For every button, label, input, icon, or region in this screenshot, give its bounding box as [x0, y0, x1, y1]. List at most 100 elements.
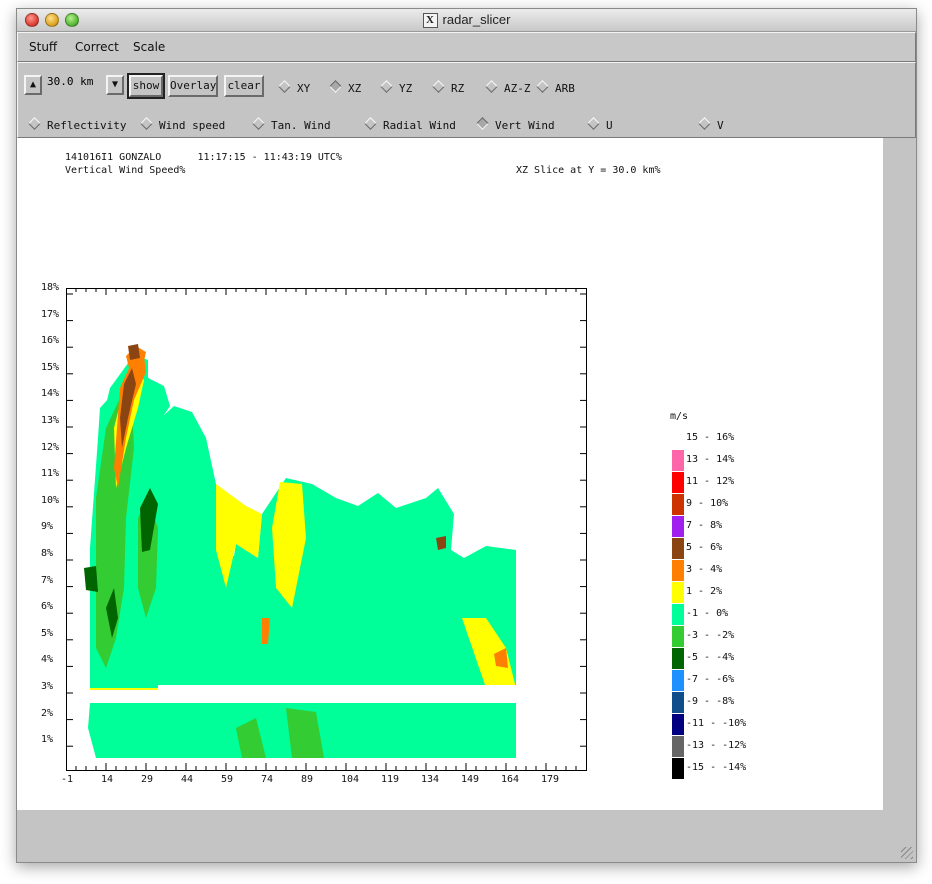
legend-swatch [672, 648, 684, 669]
menu-correct[interactable]: Correct [75, 40, 119, 54]
y-tick-label: 7% [41, 574, 54, 586]
radio-wind-speed[interactable]: Wind speed [140, 117, 225, 132]
triangle-down-icon: ▼ [111, 79, 119, 90]
show-button[interactable]: show [127, 73, 165, 99]
legend-label: -1 - 0% [686, 608, 729, 619]
radio-xz[interactable]: XZ [329, 80, 361, 95]
legend-label: -11 - -10% [686, 718, 747, 729]
distance-down-button[interactable]: ▼ [106, 75, 124, 95]
app-window: Xradar_slicer Stuff Correct Scale ▲ 30.0… [16, 8, 917, 863]
y-tick-label: 5% [41, 627, 54, 639]
legend-label: 3 - 4% [686, 564, 723, 575]
x-tick-label: 59 [221, 774, 234, 785]
legend-swatch [672, 758, 684, 779]
y-tick-label: 12% [41, 441, 60, 453]
field-darkgreen-edge [84, 566, 98, 592]
radio-indicator [364, 117, 377, 130]
radio-radial-wind[interactable]: Radial Wind [364, 117, 456, 132]
radio-vert-wind[interactable]: Vert Wind [476, 117, 555, 132]
radio-indicator [140, 117, 153, 130]
radio-indicator [485, 80, 498, 93]
legend-swatch [672, 538, 684, 559]
slice-info: XZ Slice at Y = 30.0 km% [516, 165, 661, 176]
x-tick-label: 164 [501, 774, 520, 785]
y-tick-label: 3% [41, 681, 54, 692]
legend-swatch [672, 736, 684, 757]
radio-az-z[interactable]: AZ-Z [485, 80, 531, 95]
x-tick-label: 74 [261, 774, 274, 785]
legend-swatch [672, 604, 684, 625]
radio-u[interactable]: U [587, 117, 613, 132]
vertical-scrollbar[interactable] [884, 138, 915, 810]
radio-indicator [252, 117, 265, 130]
legend-swatch [672, 494, 684, 515]
overlay-button[interactable]: Overlay [168, 75, 218, 97]
radio-v[interactable]: V [698, 117, 724, 132]
x-tick-label: 149 [461, 774, 480, 785]
y-tick-label: 1% [41, 734, 54, 746]
x-tick-label: 179 [541, 774, 560, 785]
legend-swatch [672, 472, 684, 493]
legend-unit: m/s [670, 411, 689, 422]
legend-swatch [672, 516, 684, 537]
x-tick-label: 44 [181, 774, 194, 785]
legend-swatch [672, 560, 684, 581]
x-tick-label: 119 [381, 774, 400, 785]
y-tick-label: 4% [41, 654, 54, 666]
menu-scale[interactable]: Scale [133, 40, 165, 54]
legend-label: 5 - 6% [686, 542, 723, 553]
y-tick-label: 10% [41, 494, 60, 506]
x-tick-label: 104 [341, 774, 360, 785]
legend-label: 13 - 14% [686, 454, 735, 465]
radio-tan-wind[interactable]: Tan. Wind [252, 117, 331, 132]
legend-label: 11 - 12% [686, 476, 735, 487]
radio-arb[interactable]: ARB [536, 80, 575, 95]
radio-indicator-selected [329, 80, 342, 93]
radio-xy[interactable]: XY [278, 80, 310, 95]
radio-indicator [28, 117, 41, 130]
plot-canvas[interactable]: 141016I1 GONZALO 11:17:15 - 11:43:19 UTC… [17, 138, 883, 810]
menu-stuff[interactable]: Stuff [29, 40, 57, 54]
legend-label: -9 - -8% [686, 696, 735, 707]
legend-label: 15 - 16% [686, 432, 735, 443]
title-bar: Xradar_slicer [17, 9, 916, 32]
radio-rz[interactable]: RZ [432, 80, 464, 95]
plot-header-line2: Vertical Wind Speed% [65, 165, 186, 176]
legend-swatch [672, 626, 684, 647]
y-tick-label: 13% [41, 415, 60, 426]
radio-indicator [432, 80, 445, 93]
legend-label: 9 - 10% [686, 498, 729, 509]
legend-label: -13 - -12% [686, 740, 747, 751]
y-tick-label: 17% [41, 308, 60, 320]
legend-label: -5 - -4% [686, 652, 735, 663]
legend-label: -7 - -6% [686, 674, 735, 685]
legend-label: -3 - -2% [686, 630, 735, 641]
y-tick-label: 14% [41, 388, 60, 400]
legend-swatch [672, 670, 684, 691]
radio-yz[interactable]: YZ [380, 80, 412, 95]
radio-indicator-selected [476, 117, 489, 130]
legend-label: 1 - 2% [686, 586, 723, 597]
field-brown-top [128, 344, 140, 360]
vertical-wind-cross-section [66, 288, 587, 771]
plot-header-line1: 141016I1 GONZALO 11:17:15 - 11:43:19 UTC… [65, 152, 342, 163]
legend-label: 7 - 8% [686, 520, 723, 531]
legend-swatch [672, 714, 684, 735]
distance-up-button[interactable]: ▲ [24, 75, 42, 95]
legend-label: -15 - -14% [686, 762, 747, 773]
y-tick-label: 15% [41, 361, 60, 373]
x-tick-label: -1 [61, 774, 74, 785]
resize-grip-icon[interactable] [901, 847, 913, 859]
wind-field-blobs [84, 344, 516, 758]
radio-reflectivity[interactable]: Reflectivity [28, 117, 126, 132]
data-gap-stripe-left [90, 690, 160, 696]
y-tick-label: 8% [41, 548, 54, 559]
x-tick-label: 89 [301, 774, 314, 785]
radio-indicator [278, 80, 291, 93]
y-tick-label: 18% [41, 282, 60, 293]
y-tick-label: 9% [41, 521, 54, 533]
radio-indicator [536, 80, 549, 93]
y-tick-label: 2% [41, 707, 54, 719]
clear-button[interactable]: clear [224, 75, 264, 97]
legend-swatch [672, 582, 684, 603]
